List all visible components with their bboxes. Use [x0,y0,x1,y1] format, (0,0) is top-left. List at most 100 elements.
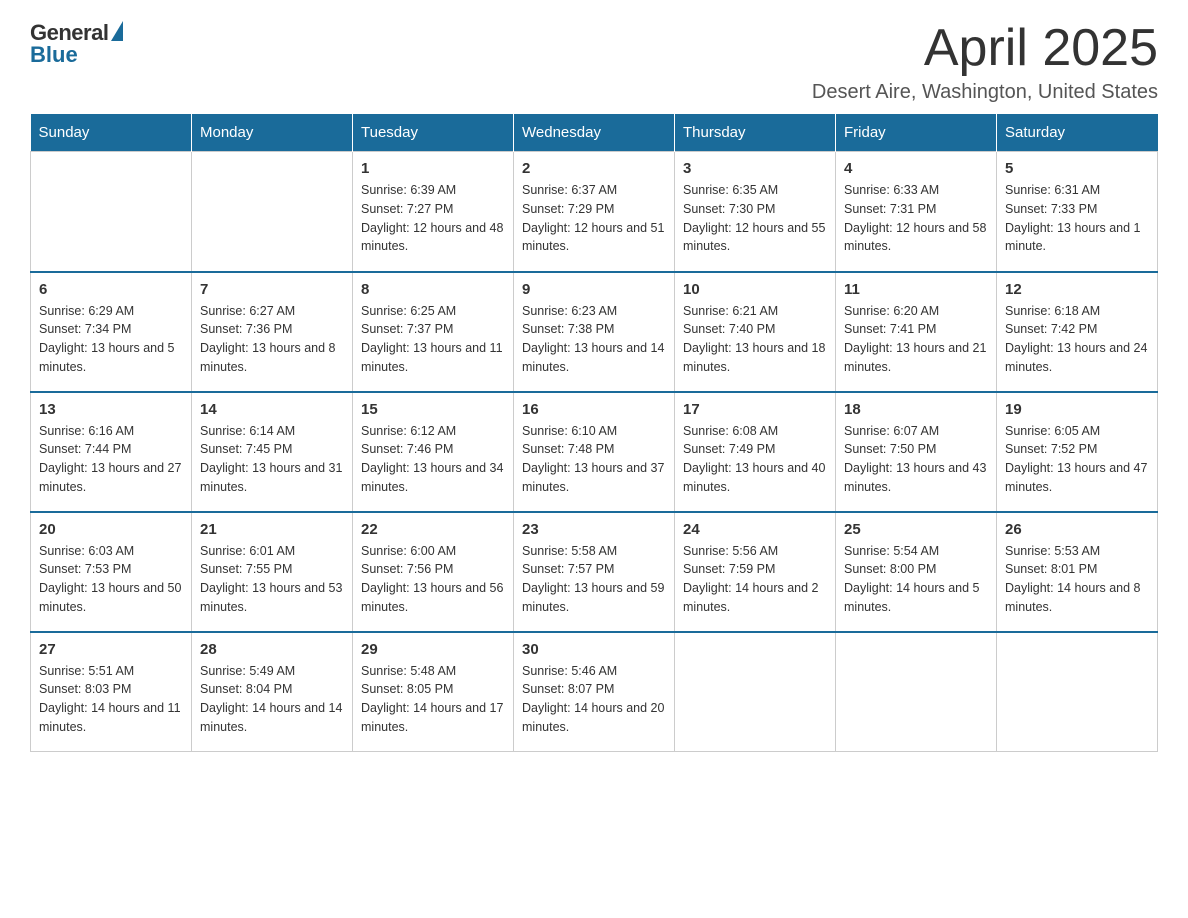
day-number: 26 [1005,521,1149,538]
calendar-week-row: 13 Sunrise: 6:16 AMSunset: 7:44 PMDayligh… [31,392,1158,512]
day-info: Sunrise: 6:35 AMSunset: 7:30 PMDaylight:… [683,181,827,256]
calendar-day-cell: 23 Sunrise: 5:58 AMSunset: 7:57 PMDayligh… [514,512,675,632]
day-info: Sunrise: 6:03 AMSunset: 7:53 PMDaylight:… [39,542,183,617]
day-number: 8 [361,281,505,298]
day-number: 9 [522,281,666,298]
calendar-day-cell [997,632,1158,752]
day-info: Sunrise: 6:10 AMSunset: 7:48 PMDaylight:… [522,422,666,497]
calendar-day-cell: 30 Sunrise: 5:46 AMSunset: 8:07 PMDayligh… [514,632,675,752]
day-number: 5 [1005,160,1149,177]
month-title: April 2025 [812,20,1158,77]
calendar-day-cell: 5 Sunrise: 6:31 AMSunset: 7:33 PMDaylight… [997,152,1158,272]
calendar-week-row: 6 Sunrise: 6:29 AMSunset: 7:34 PMDaylight… [31,272,1158,392]
calendar-day-cell: 3 Sunrise: 6:35 AMSunset: 7:30 PMDaylight… [675,152,836,272]
location-subtitle: Desert Aire, Washington, United States [812,81,1158,104]
day-info: Sunrise: 6:33 AMSunset: 7:31 PMDaylight:… [844,181,988,256]
calendar-week-row: 27Sunrise: 5:51 AMSunset: 8:03 PMDayligh… [31,632,1158,752]
day-number: 22 [361,521,505,538]
day-info: Sunrise: 5:46 AMSunset: 8:07 PMDaylight:… [522,662,666,737]
day-number: 1 [361,160,505,177]
day-info: Sunrise: 6:18 AMSunset: 7:42 PMDaylight:… [1005,302,1149,377]
calendar-day-cell [31,152,192,272]
calendar-day-cell: 4 Sunrise: 6:33 AMSunset: 7:31 PMDaylight… [836,152,997,272]
calendar-day-cell [675,632,836,752]
day-info: Sunrise: 6:21 AMSunset: 7:40 PMDaylight:… [683,302,827,377]
day-number: 13 [39,401,183,418]
day-info: Sunrise: 6:29 AMSunset: 7:34 PMDaylight:… [39,302,183,377]
day-info: Sunrise: 5:48 AMSunset: 8:05 PMDaylight:… [361,662,505,737]
calendar-header-row: Sunday Monday Tuesday Wednesday Thursday… [31,114,1158,152]
calendar-day-cell: 26Sunrise: 5:53 AMSunset: 8:01 PMDayligh… [997,512,1158,632]
day-info: Sunrise: 6:14 AMSunset: 7:45 PMDaylight:… [200,422,344,497]
calendar-day-cell: 14 Sunrise: 6:14 AMSunset: 7:45 PMDayligh… [192,392,353,512]
day-number: 4 [844,160,988,177]
day-info: Sunrise: 5:54 AMSunset: 8:00 PMDaylight:… [844,542,988,617]
calendar-day-cell: 9 Sunrise: 6:23 AMSunset: 7:38 PMDaylight… [514,272,675,392]
page-header: General Blue April 2025 Desert Aire, Was… [30,20,1158,104]
day-info: Sunrise: 6:16 AMSunset: 7:44 PMDaylight:… [39,422,183,497]
day-info: Sunrise: 6:00 AMSunset: 7:56 PMDaylight:… [361,542,505,617]
calendar-day-cell: 7 Sunrise: 6:27 AMSunset: 7:36 PMDaylight… [192,272,353,392]
calendar-day-cell: 12 Sunrise: 6:18 AMSunset: 7:42 PMDayligh… [997,272,1158,392]
day-number: 18 [844,401,988,418]
day-number: 10 [683,281,827,298]
day-info: Sunrise: 6:07 AMSunset: 7:50 PMDaylight:… [844,422,988,497]
day-info: Sunrise: 6:39 AMSunset: 7:27 PMDaylight:… [361,181,505,256]
calendar-day-cell: 10 Sunrise: 6:21 AMSunset: 7:40 PMDayligh… [675,272,836,392]
day-info: Sunrise: 5:49 AMSunset: 8:04 PMDaylight:… [200,662,344,737]
day-info: Sunrise: 6:05 AMSunset: 7:52 PMDaylight:… [1005,422,1149,497]
day-info: Sunrise: 6:27 AMSunset: 7:36 PMDaylight:… [200,302,344,377]
calendar-day-cell [836,632,997,752]
calendar-day-cell: 29Sunrise: 5:48 AMSunset: 8:05 PMDayligh… [353,632,514,752]
day-number: 28 [200,641,344,658]
calendar-day-cell: 27Sunrise: 5:51 AMSunset: 8:03 PMDayligh… [31,632,192,752]
day-number: 17 [683,401,827,418]
day-number: 23 [522,521,666,538]
day-info: Sunrise: 6:25 AMSunset: 7:37 PMDaylight:… [361,302,505,377]
calendar-day-cell: 1 Sunrise: 6:39 AMSunset: 7:27 PMDaylight… [353,152,514,272]
day-number: 7 [200,281,344,298]
col-monday: Monday [192,114,353,152]
calendar-day-cell: 28 Sunrise: 5:49 AMSunset: 8:04 PMDayligh… [192,632,353,752]
day-number: 20 [39,521,183,538]
day-info: Sunrise: 6:08 AMSunset: 7:49 PMDaylight:… [683,422,827,497]
calendar-day-cell [192,152,353,272]
day-info: Sunrise: 6:12 AMSunset: 7:46 PMDaylight:… [361,422,505,497]
day-number: 30 [522,641,666,658]
logo-triangle-icon [111,21,123,41]
calendar-day-cell: 21 Sunrise: 6:01 AMSunset: 7:55 PMDayligh… [192,512,353,632]
calendar-day-cell: 13 Sunrise: 6:16 AMSunset: 7:44 PMDayligh… [31,392,192,512]
day-info: Sunrise: 6:01 AMSunset: 7:55 PMDaylight:… [200,542,344,617]
day-number: 16 [522,401,666,418]
day-info: Sunrise: 6:31 AMSunset: 7:33 PMDaylight:… [1005,181,1149,256]
calendar-day-cell: 8 Sunrise: 6:25 AMSunset: 7:37 PMDaylight… [353,272,514,392]
day-number: 21 [200,521,344,538]
day-info: Sunrise: 5:58 AMSunset: 7:57 PMDaylight:… [522,542,666,617]
calendar-day-cell: 2 Sunrise: 6:37 AMSunset: 7:29 PMDaylight… [514,152,675,272]
day-number: 24 [683,521,827,538]
day-number: 6 [39,281,183,298]
calendar-day-cell: 17 Sunrise: 6:08 AMSunset: 7:49 PMDayligh… [675,392,836,512]
day-info: Sunrise: 6:37 AMSunset: 7:29 PMDaylight:… [522,181,666,256]
day-number: 12 [1005,281,1149,298]
col-saturday: Saturday [997,114,1158,152]
calendar-day-cell: 25Sunrise: 5:54 AMSunset: 8:00 PMDayligh… [836,512,997,632]
day-info: Sunrise: 5:56 AMSunset: 7:59 PMDaylight:… [683,542,827,617]
calendar-day-cell: 6 Sunrise: 6:29 AMSunset: 7:34 PMDaylight… [31,272,192,392]
day-number: 2 [522,160,666,177]
calendar-day-cell: 20 Sunrise: 6:03 AMSunset: 7:53 PMDayligh… [31,512,192,632]
calendar-day-cell: 11Sunrise: 6:20 AMSunset: 7:41 PMDayligh… [836,272,997,392]
day-number: 3 [683,160,827,177]
logo: General Blue [30,20,123,68]
calendar-week-row: 1 Sunrise: 6:39 AMSunset: 7:27 PMDaylight… [31,152,1158,272]
day-number: 15 [361,401,505,418]
day-info: Sunrise: 6:23 AMSunset: 7:38 PMDaylight:… [522,302,666,377]
day-info: Sunrise: 5:51 AMSunset: 8:03 PMDaylight:… [39,662,183,737]
col-tuesday: Tuesday [353,114,514,152]
calendar-day-cell: 19 Sunrise: 6:05 AMSunset: 7:52 PMDayligh… [997,392,1158,512]
day-number: 19 [1005,401,1149,418]
col-sunday: Sunday [31,114,192,152]
title-section: April 2025 Desert Aire, Washington, Unit… [812,20,1158,104]
calendar-day-cell: 22 Sunrise: 6:00 AMSunset: 7:56 PMDayligh… [353,512,514,632]
day-number: 14 [200,401,344,418]
